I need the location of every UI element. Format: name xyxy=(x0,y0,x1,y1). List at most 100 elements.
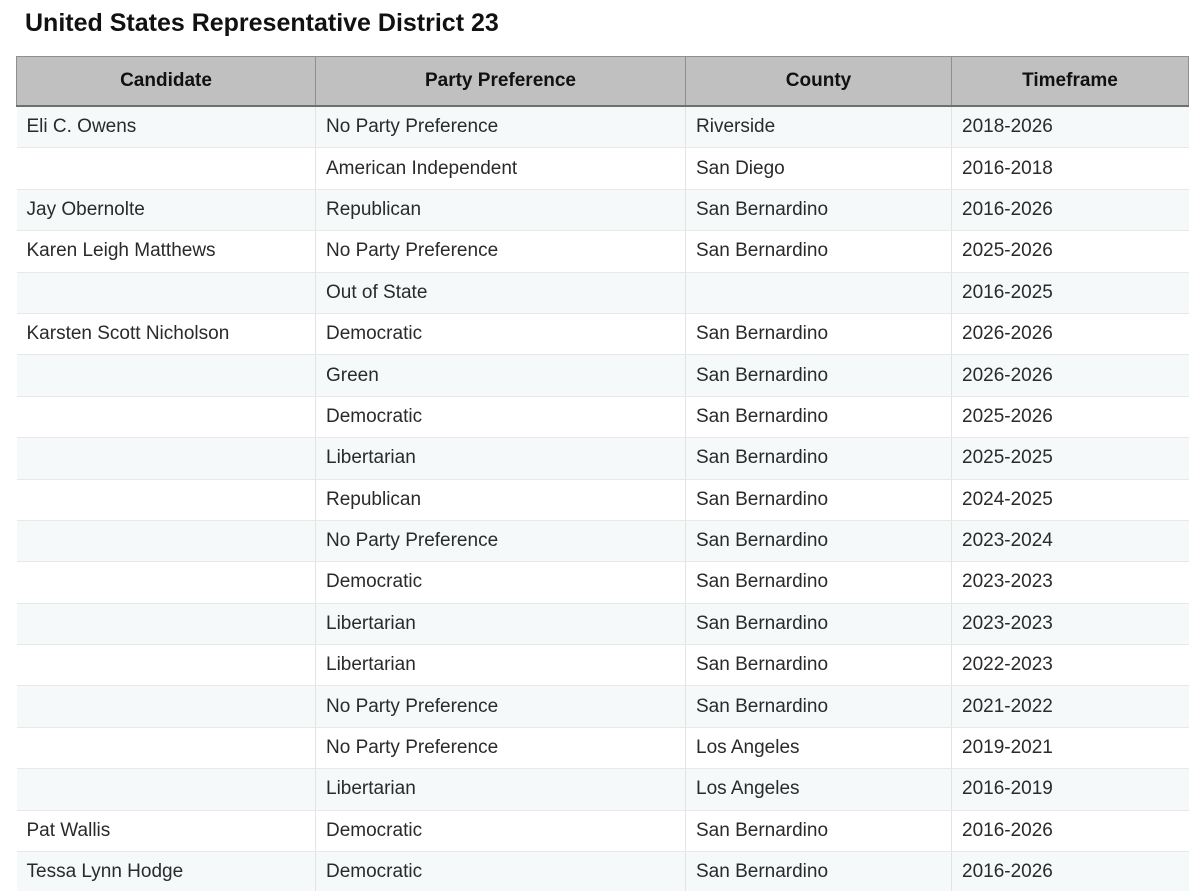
table-row: American Independent San Diego 2016-2018 xyxy=(16,147,1189,190)
party-preference-cell: Libertarian xyxy=(315,437,686,480)
timeframe-cell: 2024-2025 xyxy=(951,479,1189,521)
county-cell: San Bernardino xyxy=(685,810,952,853)
timeframe-cell: 2016-2019 xyxy=(951,768,1189,811)
county-cell: San Bernardino xyxy=(685,189,952,232)
county-cell: San Bernardino xyxy=(685,479,952,521)
candidate-cell xyxy=(16,354,316,397)
party-preference-cell: American Independent xyxy=(315,147,686,190)
candidate-cell xyxy=(16,396,316,439)
party-preference-cell: Out of State xyxy=(315,272,686,314)
candidate-cell: Jay Obernolte xyxy=(16,189,316,232)
column-header-county: County xyxy=(685,56,952,107)
column-header-timeframe: Timeframe xyxy=(951,56,1189,107)
candidate-cell xyxy=(16,644,316,687)
party-preference-cell: Republican xyxy=(315,189,686,232)
candidate-cell: Pat Wallis xyxy=(16,810,316,853)
candidate-cell xyxy=(16,768,316,811)
party-preference-cell: Democratic xyxy=(315,851,686,891)
table-header: Candidate Party Preference County Timefr… xyxy=(16,56,1189,107)
party-preference-cell: Democratic xyxy=(315,396,686,439)
table-row: Eli C. Owens No Party Preference Riverside… xyxy=(16,106,1189,149)
candidate-cell xyxy=(16,520,316,563)
county-cell: San Bernardino xyxy=(685,851,952,891)
column-header-party-preference: Party Preference xyxy=(315,56,686,107)
column-header-candidate: Candidate xyxy=(16,56,316,107)
county-cell: Los Angeles xyxy=(685,768,952,811)
candidate-cell xyxy=(16,147,316,190)
table-row: Tessa Lynn Hodge Democratic San Bernardino… xyxy=(16,851,1189,891)
timeframe-cell: 2026-2026 xyxy=(951,354,1189,397)
candidate-cell: Karen Leigh Matthews xyxy=(16,230,316,273)
party-preference-cell: Libertarian xyxy=(315,768,686,811)
timeframe-cell: 2025-2026 xyxy=(951,396,1189,439)
timeframe-cell: 2016-2026 xyxy=(951,810,1189,853)
county-cell: San Bernardino xyxy=(685,520,952,563)
county-cell: San Bernardino xyxy=(685,313,952,356)
party-preference-cell: Democratic xyxy=(315,810,686,853)
table-row: Democratic San Bernardino 2025-2026 xyxy=(16,396,1189,439)
county-cell: San Diego xyxy=(685,147,952,190)
table-row: Libertarian Los Angeles 2016-2019 xyxy=(16,768,1189,811)
candidate-cell xyxy=(16,603,316,646)
candidate-cell: Karsten Scott Nicholson xyxy=(16,313,316,356)
table-row: Pat Wallis Democratic San Bernardino 2016-2… xyxy=(16,810,1189,853)
table-row: Out of State 2016-2025 xyxy=(16,272,1189,314)
party-preference-cell: Democratic xyxy=(315,313,686,356)
timeframe-cell: 2016-2026 xyxy=(951,851,1189,891)
candidate-cell xyxy=(16,272,316,314)
table-row: Libertarian San Bernardino 2022-2023 xyxy=(16,644,1189,687)
table-row: Karsten Scott Nicholson Democratic San Ber… xyxy=(16,313,1189,356)
party-preference-cell: No Party Preference xyxy=(315,520,686,563)
county-cell: San Bernardino xyxy=(685,561,952,604)
party-preference-cell: Democratic xyxy=(315,561,686,604)
table-row: Libertarian San Bernardino 2025-2025 xyxy=(16,437,1189,480)
candidate-cell xyxy=(16,727,316,770)
timeframe-cell: 2016-2026 xyxy=(951,189,1189,232)
table-row: Karen Leigh Matthews No Party Preference S… xyxy=(16,230,1189,273)
timeframe-cell: 2018-2026 xyxy=(951,106,1189,149)
timeframe-cell: 2021-2022 xyxy=(951,685,1189,728)
party-preference-cell: No Party Preference xyxy=(315,727,686,770)
candidate-cell xyxy=(16,685,316,728)
county-cell: San Bernardino xyxy=(685,354,952,397)
table-row: Jay Obernolte Republican San Bernardino 201… xyxy=(16,189,1189,232)
timeframe-cell: 2025-2026 xyxy=(951,230,1189,273)
candidate-cell xyxy=(16,437,316,480)
county-cell: Los Angeles xyxy=(685,727,952,770)
county-cell: San Bernardino xyxy=(685,603,952,646)
party-preference-cell: No Party Preference xyxy=(315,230,686,273)
table-row: No Party Preference San Bernardino 2021-20… xyxy=(16,685,1189,728)
table-row: Green San Bernardino 2026-2026 xyxy=(16,354,1189,397)
results-table: Candidate Party Preference County Timefr… xyxy=(16,56,1189,891)
timeframe-cell: 2016-2018 xyxy=(951,147,1189,190)
party-preference-cell: Libertarian xyxy=(315,603,686,646)
candidate-cell xyxy=(16,479,316,521)
table-row: No Party Preference Los Angeles 2019-2021 xyxy=(16,727,1189,770)
page-title: United States Representative District 23 xyxy=(25,9,499,37)
candidate-cell: Eli C. Owens xyxy=(16,106,316,149)
candidate-cell: Tessa Lynn Hodge xyxy=(16,851,316,891)
party-preference-cell: Republican xyxy=(315,479,686,521)
table-row: No Party Preference San Bernardino 2023-20… xyxy=(16,520,1189,563)
county-cell xyxy=(685,272,952,314)
county-cell: San Bernardino xyxy=(685,644,952,687)
timeframe-cell: 2025-2025 xyxy=(951,437,1189,480)
party-preference-cell: No Party Preference xyxy=(315,685,686,728)
party-preference-cell: Libertarian xyxy=(315,644,686,687)
timeframe-cell: 2022-2023 xyxy=(951,644,1189,687)
county-cell: San Bernardino xyxy=(685,437,952,480)
header-row: Candidate Party Preference County Timefr… xyxy=(16,56,1189,107)
candidate-cell xyxy=(16,561,316,604)
table-body: Eli C. Owens No Party Preference Riverside… xyxy=(16,106,1189,891)
party-preference-cell: Green xyxy=(315,354,686,397)
table-row: Republican San Bernardino 2024-2025 xyxy=(16,479,1189,521)
county-cell: San Bernardino xyxy=(685,685,952,728)
county-cell: San Bernardino xyxy=(685,230,952,273)
timeframe-cell: 2026-2026 xyxy=(951,313,1189,356)
page: United States Representative District 23… xyxy=(0,0,1200,891)
timeframe-cell: 2016-2025 xyxy=(951,272,1189,314)
timeframe-cell: 2019-2021 xyxy=(951,727,1189,770)
party-preference-cell: No Party Preference xyxy=(315,106,686,149)
county-cell: Riverside xyxy=(685,106,952,149)
timeframe-cell: 2023-2023 xyxy=(951,603,1189,646)
